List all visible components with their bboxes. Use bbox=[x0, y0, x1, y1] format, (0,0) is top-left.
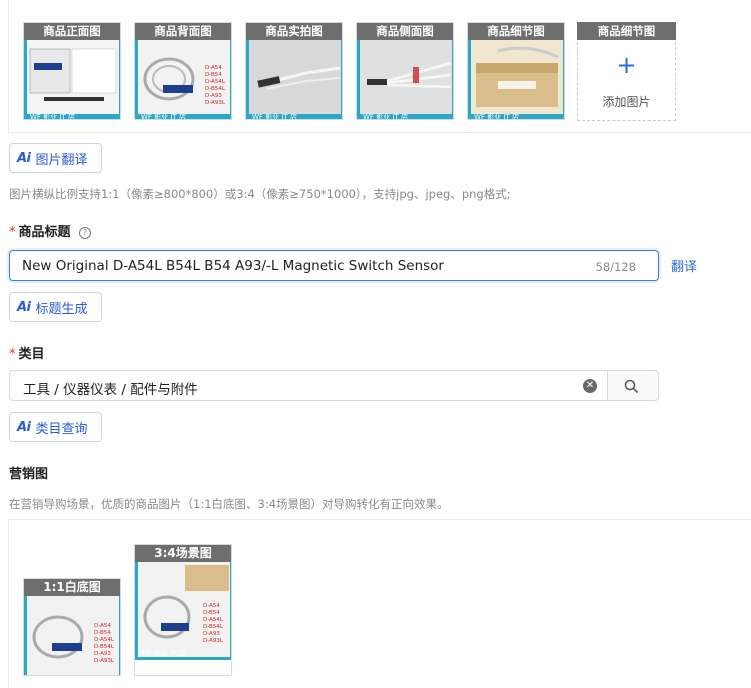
model-label: D-A93 bbox=[94, 651, 111, 657]
product-image-real[interactable]: 商品实拍图 WF 影业 IT 店 bbox=[245, 22, 343, 120]
category-search-button[interactable] bbox=[608, 370, 659, 401]
watermark-text: WF 影业 IT 店 bbox=[141, 648, 186, 657]
title-char-count: 58/128 bbox=[595, 260, 636, 274]
image-slot-label: 商品细节图 bbox=[577, 22, 676, 40]
model-label: D-A93L bbox=[205, 100, 226, 106]
category-value: 工具 / 仪器仪表 / 配件与附件 bbox=[23, 382, 198, 398]
ai-icon: Ai bbox=[17, 419, 31, 435]
title-input-value: New Original D-A54L B54L B54 A93/-L Magn… bbox=[22, 258, 444, 274]
title-generate-label: 标题生成 bbox=[35, 301, 88, 317]
title-label-text: 商品标题 bbox=[18, 225, 71, 240]
marketing-image-square[interactable]: 1:1白底图 D-A54 D-B54 D-A54L D-B54L D-A93 D… bbox=[23, 578, 121, 676]
help-icon[interactable]: ? bbox=[79, 227, 92, 239]
model-label: D-A54 bbox=[203, 603, 220, 609]
model-label: D-B54 bbox=[203, 610, 220, 616]
image-translate-button[interactable]: Ai 图片翻译 bbox=[9, 143, 102, 173]
model-label: D-B54L bbox=[203, 624, 224, 630]
product-image-side[interactable]: 商品侧面图 WF 影业 IT 店 bbox=[356, 22, 454, 120]
image-slot-label: 商品正面图 bbox=[24, 23, 120, 40]
product-image-back[interactable]: 商品背面图 D-A54 D-B54 D-A54L D-B54L D-A93 D-… bbox=[134, 22, 232, 120]
model-label: D-A54L bbox=[94, 637, 115, 643]
ai-icon: Ai bbox=[17, 299, 31, 315]
add-image-slot[interactable]: 商品细节图 + 添加图片 bbox=[577, 22, 676, 121]
image-translate-label: 图片翻译 bbox=[35, 152, 88, 168]
marketing-image-portrait[interactable]: 3:4场景图 D-A54 D-B54 D-A54L D-B54L D-A93 D… bbox=[134, 544, 232, 676]
model-label: D-A93 bbox=[203, 631, 220, 637]
model-label: D-A54 bbox=[205, 65, 222, 71]
model-label: D-A54L bbox=[203, 617, 224, 623]
search-icon bbox=[624, 379, 639, 394]
clear-icon[interactable]: ✕ bbox=[583, 379, 597, 393]
watermark-text: WF 影业 IT 店 bbox=[363, 112, 408, 120]
category-query-label: 类目查询 bbox=[35, 421, 88, 437]
image-slot-label: 商品侧面图 bbox=[357, 23, 453, 40]
marketing-hint: 在营销导购场景，优质的商品图片（1:1白底图、3:4场景图）对导购转化有正向效果… bbox=[9, 497, 449, 511]
title-section-label: * 商品标题 ? bbox=[9, 221, 92, 240]
category-select[interactable]: 工具 / 仪器仪表 / 配件与附件 ✕ bbox=[9, 370, 608, 401]
watermark-text: WF 影业 IT 店 bbox=[252, 112, 297, 120]
image-slot-label: 商品实拍图 bbox=[246, 23, 342, 40]
model-label: D-B54 bbox=[94, 630, 111, 636]
image-format-hint: 图片横纵比例支持1:1（像素≥800*800）或3:4（像素≥750*1000）… bbox=[9, 187, 511, 201]
category-query-button[interactable]: Ai 类目查询 bbox=[9, 412, 102, 442]
title-generate-button[interactable]: Ai 标题生成 bbox=[9, 292, 102, 322]
product-image-front[interactable]: 商品正面图 WF 影业 IT 店 bbox=[23, 22, 121, 120]
add-image-text[interactable]: 添加图片 bbox=[578, 93, 675, 110]
required-mark: * bbox=[9, 225, 16, 240]
category-label-text: 类目 bbox=[18, 347, 45, 362]
product-image-detail[interactable]: 商品细节图 WF 影业 IT 店 bbox=[467, 22, 565, 120]
marketing-image-label: 3:4场景图 bbox=[135, 545, 231, 562]
model-label: D-A93L bbox=[203, 638, 224, 644]
model-label: D-A93 bbox=[205, 93, 222, 99]
watermark-text: WF 影业 IT 店 bbox=[30, 112, 75, 120]
model-label: D-A93L bbox=[94, 658, 115, 664]
marketing-photo-portrait: D-A54 D-B54 D-A54L D-B54L D-A93 D-A93L W… bbox=[135, 562, 231, 660]
watermark-text: WF 影业 IT 店 bbox=[141, 112, 186, 120]
translate-link[interactable]: 翻译 bbox=[671, 256, 697, 275]
marketing-section-label: 营销图 bbox=[9, 467, 49, 482]
category-section-label: * 类目 bbox=[9, 343, 45, 362]
image-slot-label: 商品背面图 bbox=[135, 23, 231, 40]
image-slot-label: 商品细节图 bbox=[468, 23, 564, 40]
required-mark: * bbox=[9, 347, 16, 362]
model-label: D-A54L bbox=[205, 79, 226, 85]
model-label: D-B54L bbox=[205, 86, 226, 92]
title-input[interactable]: New Original D-A54L B54L B54 A93/-L Magn… bbox=[9, 250, 659, 281]
model-label: D-A54 bbox=[94, 623, 111, 629]
model-label: D-B54L bbox=[94, 644, 115, 650]
plus-icon[interactable]: + bbox=[578, 53, 675, 77]
model-label: D-B54 bbox=[205, 72, 222, 78]
ai-icon: Ai bbox=[17, 150, 31, 166]
watermark-text: WF 影业 IT 店 bbox=[474, 112, 519, 120]
marketing-image-label: 1:1白底图 bbox=[24, 579, 120, 596]
